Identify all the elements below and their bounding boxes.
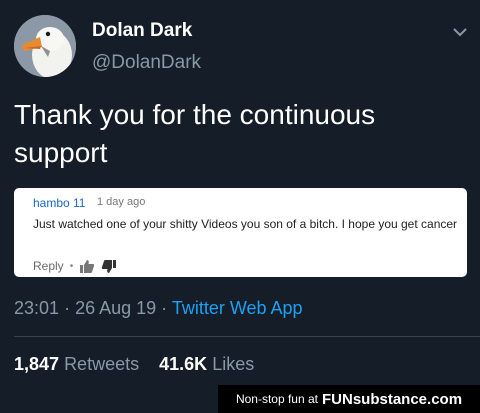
- tweet-text: Thank you for the continuous support: [14, 99, 376, 168]
- separator-dot: •: [69, 260, 74, 272]
- thumbs-down-icon: [102, 259, 117, 273]
- display-name[interactable]: Dolan Dark: [92, 20, 192, 42]
- watermark-prefix: Non-stop fun at: [235, 392, 318, 406]
- tweet-stats: 1,847 Retweets 41.6K Likes: [14, 354, 254, 375]
- goose-avatar-icon: [14, 15, 76, 77]
- comment-text: Just watched one of your shitty Videos y…: [33, 217, 458, 231]
- divider: [14, 336, 480, 337]
- reply-label: Reply: [33, 259, 64, 273]
- comment-username: hambo 11: [33, 196, 86, 210]
- retweets-stat[interactable]: 1,847 Retweets: [14, 354, 139, 374]
- likes-label: Likes: [212, 354, 255, 374]
- separator-dot: ·: [161, 298, 172, 318]
- tweet-date[interactable]: 26 Aug 19: [75, 298, 156, 318]
- comment-actions: Reply •: [33, 258, 117, 274]
- comment-time: 1 day ago: [97, 196, 146, 208]
- likes-count: 41.6K: [159, 354, 208, 374]
- retweets-label: Retweets: [64, 354, 140, 374]
- user-handle[interactable]: @DolanDark: [92, 52, 201, 74]
- retweets-count: 1,847: [14, 354, 60, 374]
- tweet-meta: 23:01 · 26 Aug 19 · Twitter Web App: [14, 298, 303, 319]
- watermark-brand: FUNsubstance.com: [322, 390, 463, 408]
- avatar[interactable]: [14, 15, 76, 77]
- chevron-down-icon[interactable]: [452, 26, 468, 38]
- site-watermark: Non-stop fun at FUNsubstance.com: [218, 385, 480, 413]
- tweet-source-link[interactable]: Twitter Web App: [172, 298, 303, 318]
- tweet-time[interactable]: 23:01: [14, 298, 59, 318]
- separator-dot: ·: [64, 298, 76, 318]
- likes-stat[interactable]: 41.6K Likes: [159, 354, 254, 374]
- thumbs-up-icon: [80, 259, 95, 273]
- embedded-comment-screenshot: hambo 11 1 day ago Just watched one of y…: [14, 188, 467, 277]
